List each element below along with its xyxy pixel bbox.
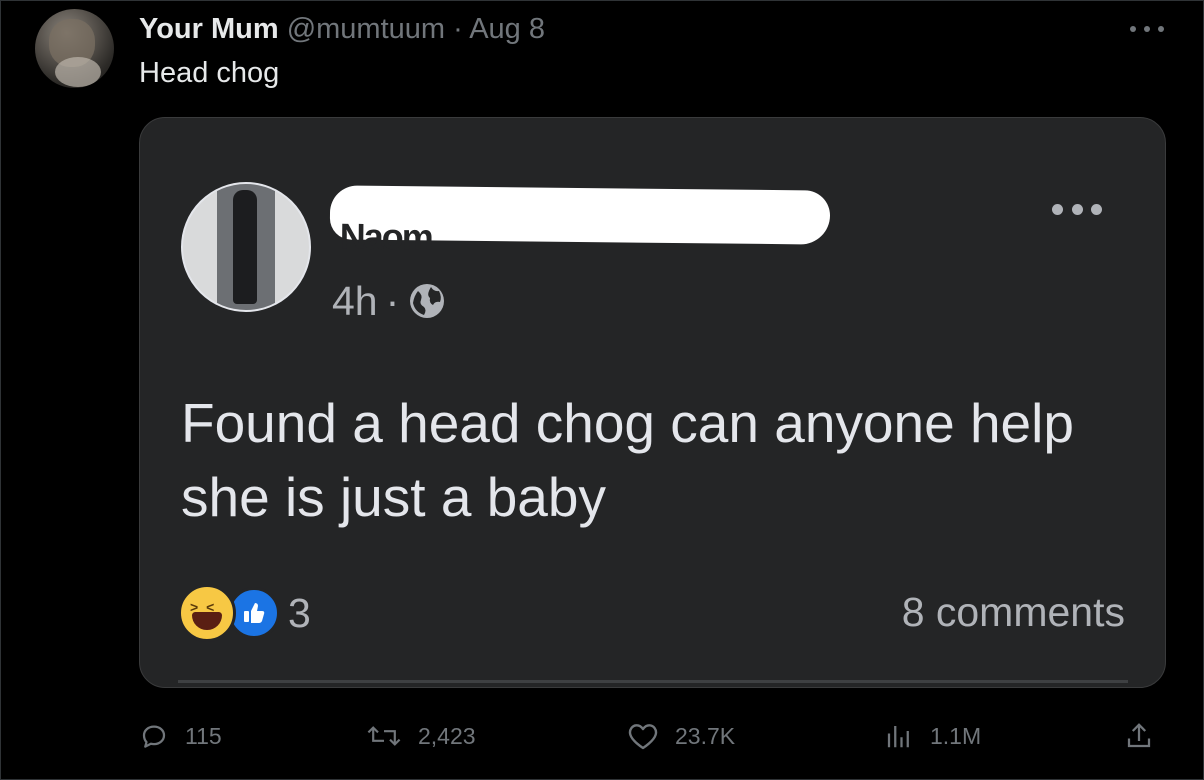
poster-avatar [181,182,311,312]
post-options-icon [1052,203,1102,215]
post-time: 4h [332,278,378,324]
author-handle-date[interactable]: @mumtuum · Aug 8 [287,13,545,45]
share-icon [1127,723,1151,748]
like-count: 23.7K [675,722,736,749]
view-count: 1.1M [930,722,982,749]
tweet-actions: 115 2,423 23.7K 1.1M [0,716,1204,756]
tweet-header: Your Mum @mumtuum · Aug 8 [139,10,545,48]
quoted-screenshot[interactable]: Naom 4h · Found a head chog can anyone h… [139,117,1166,688]
author-avatar[interactable] [35,9,114,88]
retweet-icon [367,726,401,746]
comment-count: 8 comments [901,589,1125,635]
globe-icon [410,284,445,318]
redacted-name-fragment: Naom [339,215,433,258]
ellipsis-icon[interactable] [1130,24,1164,34]
haha-reaction-icon: >< [178,584,236,642]
retweet-count: 2,423 [418,722,476,749]
analytics-icon [887,726,909,748]
reply-icon [142,725,166,748]
heart-icon [628,724,658,750]
avatar-figure [233,190,257,304]
post-body: Found a head chog can anyone help she is… [181,392,1074,528]
separator-dot: · [385,278,400,324]
divider [178,680,1128,683]
like-button[interactable]: 23.7K [627,716,735,756]
tweet-text: Head chog [139,57,280,89]
reply-button[interactable]: 115 [139,716,222,756]
reaction-summary: >< 3 [178,584,311,642]
views-button[interactable]: 1.1M [884,716,981,756]
avatar-beard [55,57,101,87]
retweet-button[interactable]: 2,423 [366,716,476,756]
author-name[interactable]: Your Mum [139,13,279,45]
redacted-name: Naom [329,185,831,257]
reaction-count: 3 [288,589,311,636]
post-timestamp: 4h · [332,276,447,326]
share-button[interactable] [1124,716,1154,756]
reply-count: 115 [185,722,222,749]
